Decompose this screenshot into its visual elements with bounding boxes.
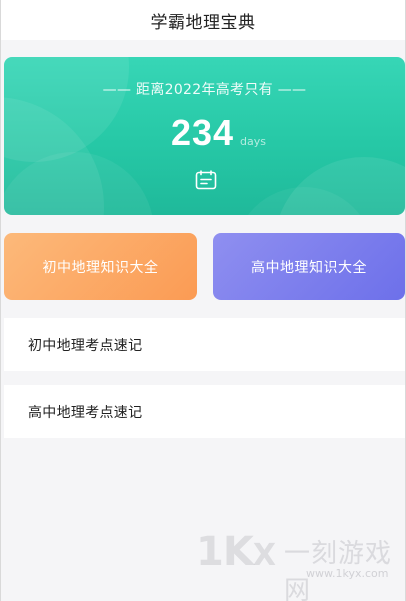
calendar-icon[interactable] <box>195 170 217 190</box>
page-title: 学霸地理宝典 <box>150 12 256 33</box>
site-watermark: 1KX 一刻游戏网 www.1kyx.com <box>196 523 405 601</box>
exam-countdown-card: —— 距离2022年高考只有 —— 234 days <box>4 57 405 215</box>
senior-geography-knowledge-label: 高中地理知识大全 <box>251 259 367 276</box>
watermark-url: www.1kyx.com <box>306 567 389 580</box>
app-screen: 学霸地理宝典 —— 距离2022年高考只有 —— 234 days 初中地理知识… <box>0 0 406 601</box>
list-item-junior-exam-points[interactable]: 初中地理考点速记 <box>4 318 405 371</box>
senior-geography-knowledge-button[interactable]: 高中地理知识大全 <box>213 233 405 300</box>
junior-geography-knowledge-button[interactable]: 初中地理知识大全 <box>4 233 197 300</box>
list-item-label: 高中地理考点速记 <box>28 404 143 421</box>
junior-geography-knowledge-label: 初中地理知识大全 <box>42 259 159 276</box>
watermark-logo: 1KX <box>196 529 276 575</box>
list-item-senior-exam-points[interactable]: 高中地理考点速记 <box>4 385 405 438</box>
countdown-value-row: 234 days <box>4 112 405 154</box>
countdown-days-number: 234 <box>170 112 235 153</box>
countdown-days-unit: days <box>240 135 267 148</box>
header-bar: 学霸地理宝典 <box>1 0 405 40</box>
list-item-label: 初中地理考点速记 <box>28 337 143 354</box>
countdown-subtitle: —— 距离2022年高考只有 —— <box>102 82 307 98</box>
